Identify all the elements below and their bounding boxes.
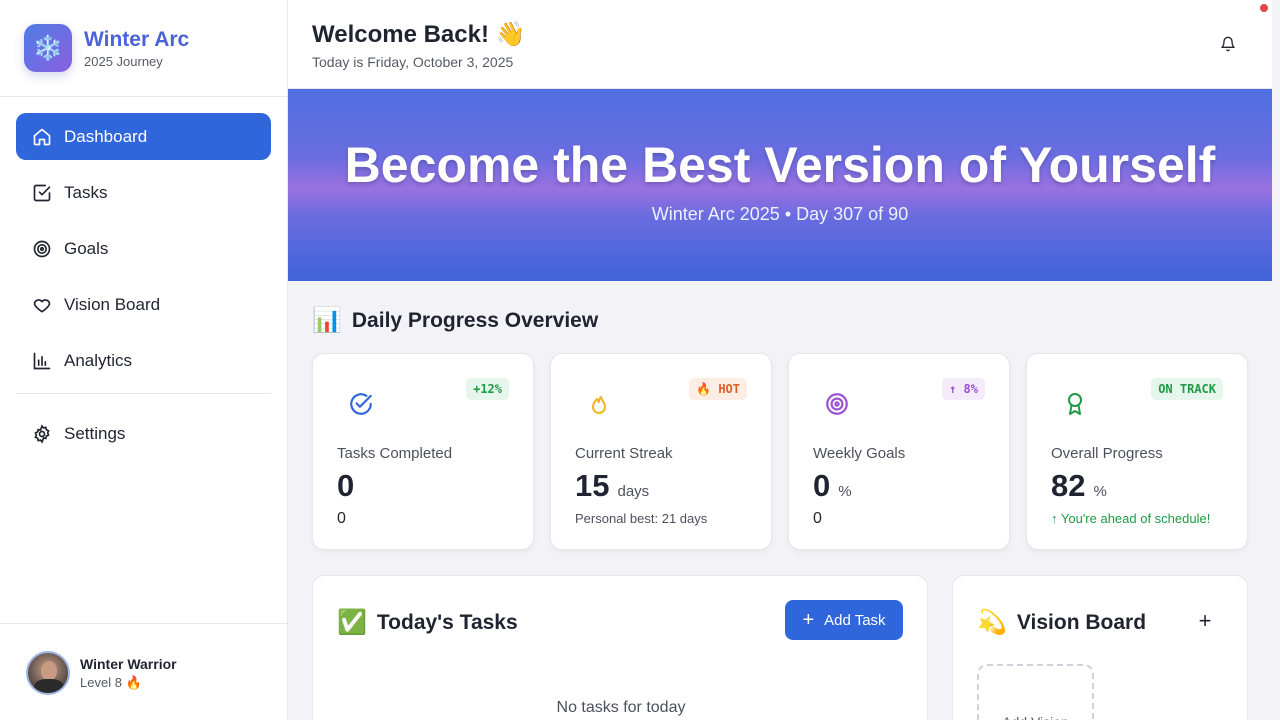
card-label: Current Streak [575, 445, 673, 462]
status-badge: ON TRACK [1151, 378, 1223, 400]
sidebar-item-dashboard[interactable]: Dashboard [16, 113, 271, 160]
vision-panel: 💫 Vision Board + Add Vision [952, 575, 1248, 720]
add-task-button[interactable]: + Add Task [785, 600, 903, 640]
panel-title-text: Vision Board [1016, 610, 1147, 634]
panel-title-text: Today's Tasks [376, 610, 518, 634]
card-value: 82% [1051, 468, 1107, 503]
card-label: Overall Progress [1051, 445, 1163, 462]
status-badge: 🔥 HOT [689, 378, 747, 400]
card-value: 0% [813, 468, 852, 503]
top-header: Welcome Back! 👋 Today is Friday, October… [288, 0, 1272, 89]
snowflake-icon: ❄️ [24, 24, 72, 72]
divider [16, 393, 271, 394]
award-icon [1061, 390, 1089, 418]
date-text: Today is Friday, October 3, 2025 [312, 54, 514, 70]
add-vision-icon[interactable]: + [1193, 608, 1217, 633]
panel-title: 💫 Vision Board [977, 608, 1146, 637]
avatar [26, 651, 70, 695]
card-label: Tasks Completed [337, 445, 453, 462]
status-badge: ↑ 8% [942, 378, 985, 400]
card-value: 0 [337, 468, 355, 503]
card-value: 15 days [575, 468, 650, 503]
brand[interactable]: ❄️ Winter Arc 2025 Journey [24, 24, 189, 72]
card-footnote: Personal best: 21 days [575, 511, 708, 526]
notification-dot [1260, 4, 1268, 12]
checkbox-icon [32, 183, 52, 203]
sidebar-item-goals[interactable]: Goals [16, 225, 271, 272]
hero-banner: Become the Best Version of Yourself Wint… [288, 89, 1272, 281]
card-subvalue: 0 [337, 510, 346, 527]
sidebar-nav: Dashboard Tasks Goals Vision Board Analy… [16, 113, 271, 466]
card-label: Weekly Goals [813, 445, 906, 462]
gear-icon [32, 423, 52, 444]
profile-level: Level 8 🔥 [80, 675, 142, 690]
stat-card-weekly-goals: ↑ 8% Weekly Goals 0% 0 [788, 353, 1010, 550]
divider [0, 96, 288, 97]
check-circle-icon [347, 390, 375, 418]
sidebar-item-label: Tasks [64, 182, 108, 202]
bell-icon[interactable] [1218, 34, 1238, 54]
brand-title: Winter Arc [84, 27, 190, 51]
section-title-text: Daily Progress Overview [351, 308, 599, 332]
card-footnote: ↑ You're ahead of schedule! [1051, 511, 1211, 526]
heart-icon [32, 295, 52, 315]
add-vision-tile[interactable]: Add Vision [977, 664, 1094, 720]
stat-card-streak: 🔥 HOT Current Streak 15 days Personal bes… [550, 353, 772, 550]
chart-emoji-icon: 📊 [312, 307, 342, 334]
scrollbar[interactable] [1272, 0, 1280, 720]
add-task-label: Add Task [824, 611, 886, 629]
check-emoji-icon: ✅ [337, 609, 367, 636]
sidebar-item-label: Analytics [64, 350, 133, 370]
hero-title: Become the Best Version of Yourself [344, 137, 1216, 193]
home-icon [32, 127, 52, 147]
tasks-panel: ✅ Today's Tasks + Add Task No tasks for … [312, 575, 928, 720]
sidebar-item-label: Settings [64, 423, 126, 443]
sidebar-item-label: Dashboard [64, 126, 148, 146]
section-title: 📊 Daily Progress Overview [312, 306, 598, 335]
brand-subtitle: 2025 Journey [84, 53, 163, 69]
hero-subtitle: Winter Arc 2025 • Day 307 of 90 [651, 204, 909, 224]
target-icon [823, 390, 851, 418]
stat-card-overall-progress: ON TRACK Overall Progress 82% ↑ You're a… [1026, 353, 1248, 550]
sidebar-item-tasks[interactable]: Tasks [16, 169, 271, 216]
sidebar-item-settings[interactable]: Settings [16, 410, 271, 457]
profile-name: Winter Warrior [80, 656, 177, 672]
target-icon [32, 239, 52, 259]
profile[interactable]: Winter Warrior Level 8 🔥 [0, 623, 288, 720]
flame-icon [585, 390, 613, 418]
sidebar: ❄️ Winter Arc 2025 Journey Dashboard Tas… [0, 0, 288, 720]
empty-state-text: No tasks for today [556, 699, 686, 716]
sidebar-item-label: Goals [64, 238, 109, 258]
sparkle-emoji-icon: 💫 [977, 609, 1007, 636]
sidebar-item-vision-board[interactable]: Vision Board [16, 281, 271, 328]
stat-card-tasks: +12% Tasks Completed 0 0 [312, 353, 534, 550]
plus-icon: + [802, 609, 815, 631]
bar-chart-icon [32, 351, 52, 371]
status-badge: +12% [466, 378, 509, 400]
sidebar-item-analytics[interactable]: Analytics [16, 337, 271, 384]
page-title: Welcome Back! 👋 [312, 21, 526, 48]
sidebar-item-label: Vision Board [64, 294, 161, 314]
panel-title: ✅ Today's Tasks [337, 608, 518, 637]
card-subvalue: 0 [813, 510, 822, 527]
